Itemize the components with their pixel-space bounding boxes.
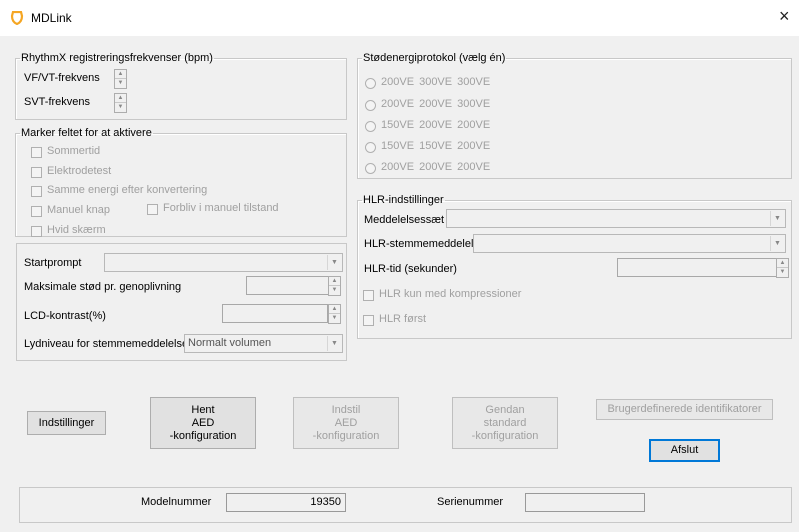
energy-radio-1[interactable] bbox=[365, 78, 376, 89]
same-energy-label: Samme energi efter konvertering bbox=[47, 184, 208, 196]
rhythmx-legend: RhythmX registreringsfrekvenser (bpm) bbox=[21, 52, 213, 64]
manual-button-label: Manuel knap bbox=[47, 204, 110, 216]
vf-vt-spinner[interactable]: ▲ ▼ bbox=[114, 69, 127, 89]
lcd-contrast-input[interactable] bbox=[222, 304, 328, 323]
sound-level-select[interactable]: Normalt volumen ▼ bbox=[184, 334, 343, 353]
spin-up-icon[interactable]: ▲ bbox=[329, 277, 340, 286]
energy-option-1: 200VE 300VE 300VE bbox=[381, 76, 491, 88]
chevron-down-icon[interactable]: ▼ bbox=[327, 255, 341, 270]
spin-up-icon[interactable]: ▲ bbox=[777, 259, 788, 268]
compression-only-label: HLR kun med kompressioner bbox=[379, 288, 522, 300]
restore-default-config-button[interactable]: Gendan standard -konfiguration bbox=[452, 397, 558, 449]
exit-button[interactable]: Afslut bbox=[649, 439, 720, 462]
model-number-field: 19350 bbox=[226, 493, 346, 512]
energy-option-3: 150VE 200VE 200VE bbox=[381, 119, 491, 131]
summertime-label: Sommertid bbox=[47, 145, 101, 157]
serial-number-field bbox=[525, 493, 645, 512]
spin-up-icon[interactable]: ▲ bbox=[115, 70, 126, 79]
energy-radio-4[interactable] bbox=[365, 142, 376, 153]
energy-radio-5[interactable] bbox=[365, 163, 376, 174]
electrode-test-checkbox[interactable] bbox=[31, 167, 42, 178]
hlr-time-spinner[interactable]: ▲ ▼ bbox=[776, 258, 789, 278]
hlr-voice-label: HLR-stemmemeddelelse bbox=[364, 238, 486, 250]
custom-identifiers-button[interactable]: Brugerdefinerede identifikatorer bbox=[596, 399, 773, 420]
compression-only-checkbox[interactable] bbox=[363, 290, 374, 301]
summertime-checkbox[interactable] bbox=[31, 147, 42, 158]
spin-down-icon[interactable]: ▼ bbox=[329, 286, 340, 295]
energy-protocol-legend: Stødenergiprotokol (vælg én) bbox=[363, 52, 506, 64]
spin-down-icon[interactable]: ▼ bbox=[777, 268, 788, 277]
activate-group: Marker feltet for at aktivere bbox=[15, 127, 347, 237]
hlr-first-label: HLR først bbox=[379, 313, 427, 325]
energy-protocol-group: Stødenergiprotokol (vælg én) bbox=[357, 52, 792, 179]
hlr-legend: HLR-indstillinger bbox=[363, 194, 444, 206]
startprompt-select[interactable]: ▼ bbox=[104, 253, 343, 272]
spin-down-icon[interactable]: ▼ bbox=[329, 314, 340, 323]
energy-radio-3[interactable] bbox=[365, 121, 376, 132]
white-screen-checkbox[interactable] bbox=[31, 226, 42, 237]
close-icon[interactable]: × bbox=[779, 7, 790, 25]
max-shocks-spinner[interactable]: ▲ ▼ bbox=[328, 276, 341, 296]
chevron-down-icon[interactable]: ▼ bbox=[770, 211, 784, 226]
sound-level-value: Normalt volumen bbox=[188, 337, 272, 349]
model-number-label: Modelnummer bbox=[141, 496, 212, 508]
message-set-label: Meddelelsessæt bbox=[364, 214, 445, 226]
svt-label: SVT-frekvens bbox=[24, 96, 91, 108]
app-logo-icon bbox=[10, 11, 24, 25]
title-bar: MDLink × bbox=[0, 0, 799, 36]
spin-up-icon[interactable]: ▲ bbox=[329, 305, 340, 314]
white-screen-label: Hvid skærm bbox=[47, 224, 106, 236]
startprompt-label: Startprompt bbox=[24, 257, 82, 269]
chevron-down-icon[interactable]: ▼ bbox=[327, 336, 341, 351]
energy-option-4: 150VE 150VE 200VE bbox=[381, 140, 491, 152]
lcd-contrast-spinner[interactable]: ▲ ▼ bbox=[328, 304, 341, 324]
energy-option-2: 200VE 200VE 300VE bbox=[381, 98, 491, 110]
electrode-test-label: Elektrodetest bbox=[47, 165, 112, 177]
max-shocks-label: Maksimale stød pr. genoplivning bbox=[24, 281, 182, 293]
chevron-down-icon[interactable]: ▼ bbox=[770, 236, 784, 251]
set-aed-config-button[interactable]: Indstil AED -konfiguration bbox=[293, 397, 399, 449]
hlr-voice-select[interactable]: ▼ bbox=[473, 234, 786, 253]
get-aed-config-button[interactable]: Hent AED -konfiguration bbox=[150, 397, 256, 449]
energy-radio-2[interactable] bbox=[365, 100, 376, 111]
hlr-time-input[interactable] bbox=[617, 258, 777, 277]
svt-spinner[interactable]: ▲ ▼ bbox=[114, 93, 127, 113]
vf-vt-label: VF/VT-frekvens bbox=[24, 72, 100, 84]
hlr-first-checkbox[interactable] bbox=[363, 315, 374, 326]
activate-legend: Marker feltet for at aktivere bbox=[21, 127, 152, 139]
manual-button-checkbox[interactable] bbox=[31, 206, 42, 217]
settings-button[interactable]: Indstillinger bbox=[27, 411, 106, 435]
lcd-contrast-label: LCD-kontrast(%) bbox=[24, 310, 106, 322]
window-title: MDLink bbox=[31, 11, 72, 25]
rhythmx-group: RhythmX registreringsfrekvenser (bpm) bbox=[15, 52, 347, 120]
hlr-time-label: HLR-tid (sekunder) bbox=[364, 263, 457, 275]
message-set-select[interactable]: ▼ bbox=[446, 209, 786, 228]
spin-up-icon[interactable]: ▲ bbox=[115, 94, 126, 103]
max-shocks-input[interactable] bbox=[246, 276, 329, 295]
energy-option-5: 200VE 200VE 200VE bbox=[381, 161, 491, 173]
spin-down-icon[interactable]: ▼ bbox=[115, 79, 126, 88]
stay-manual-checkbox[interactable] bbox=[147, 204, 158, 215]
same-energy-checkbox[interactable] bbox=[31, 186, 42, 197]
serial-number-label: Serienummer bbox=[437, 496, 504, 508]
stay-manual-label: Forbliv i manuel tilstand bbox=[163, 202, 279, 214]
device-info-panel bbox=[19, 487, 792, 523]
spin-down-icon[interactable]: ▼ bbox=[115, 103, 126, 112]
sound-level-label: Lydniveau for stemmemeddelelser bbox=[24, 338, 192, 350]
